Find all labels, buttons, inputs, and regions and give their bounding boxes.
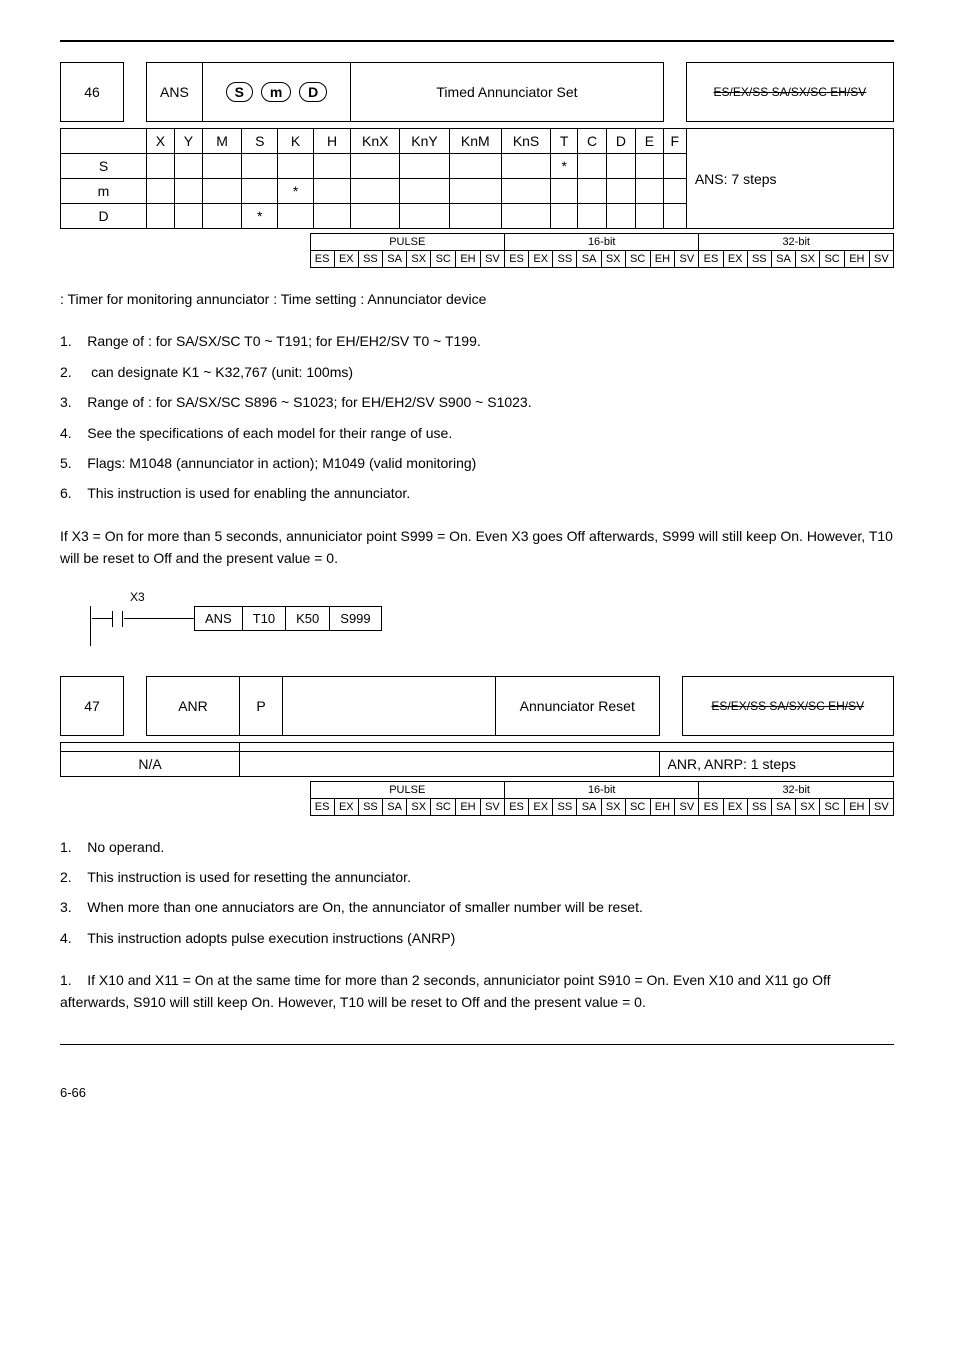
bit-table-47: PULSE 16-bit 32-bit ESEXSSSASXSCEHSVESEX… (60, 781, 894, 816)
mnemonic: ANS (147, 63, 203, 122)
api-num: 46 (61, 63, 124, 122)
explanations-46: 1. Range of : for SA/SX/SC T0 ~ T191; fo… (60, 330, 894, 504)
operands-desc: : Timer for monitoring annunciator : Tim… (60, 288, 894, 310)
mnemonic: ANR (147, 676, 240, 735)
program-example-47: 1. If X10 and X11 = On at the same time … (60, 969, 894, 1014)
page-number: 6-66 (60, 1085, 894, 1100)
function: Annunciator Reset (496, 676, 660, 735)
ladder-diagram-46: X3 ANS T10 K50 S999 (90, 590, 894, 646)
steps: ANS: 7 steps (686, 129, 893, 229)
api-num: 47 (61, 676, 124, 735)
bit-table-46: PULSE 16-bit 32-bit ESEXSSSASXSCEHSVESEX… (60, 233, 894, 268)
blank (283, 676, 496, 735)
blank-corner (61, 129, 147, 154)
bottom-rule (60, 1044, 894, 1045)
explanations-47: 1. No operand. 2. This instruction is us… (60, 836, 894, 950)
function: Timed Annunciator Set (351, 63, 664, 122)
instruction-46-table: 46 ANS S m D Timed Annunciator Set ES/EX… (60, 62, 894, 229)
instruction-47-table: 47 ANR P Annunciator Reset ES/EX/SS SA/S… (60, 676, 894, 777)
operand-syms: S m D (202, 63, 350, 122)
top-rule (60, 40, 894, 42)
program-example-46: If X3 = On for more than 5 seconds, annu… (60, 525, 894, 570)
compat: ES/EX/SS SA/SX/SC EH/SV (682, 676, 893, 735)
compat: ES/EX/SS SA/SX/SC EH/SV (686, 63, 893, 122)
p-suffix: P (240, 676, 283, 735)
